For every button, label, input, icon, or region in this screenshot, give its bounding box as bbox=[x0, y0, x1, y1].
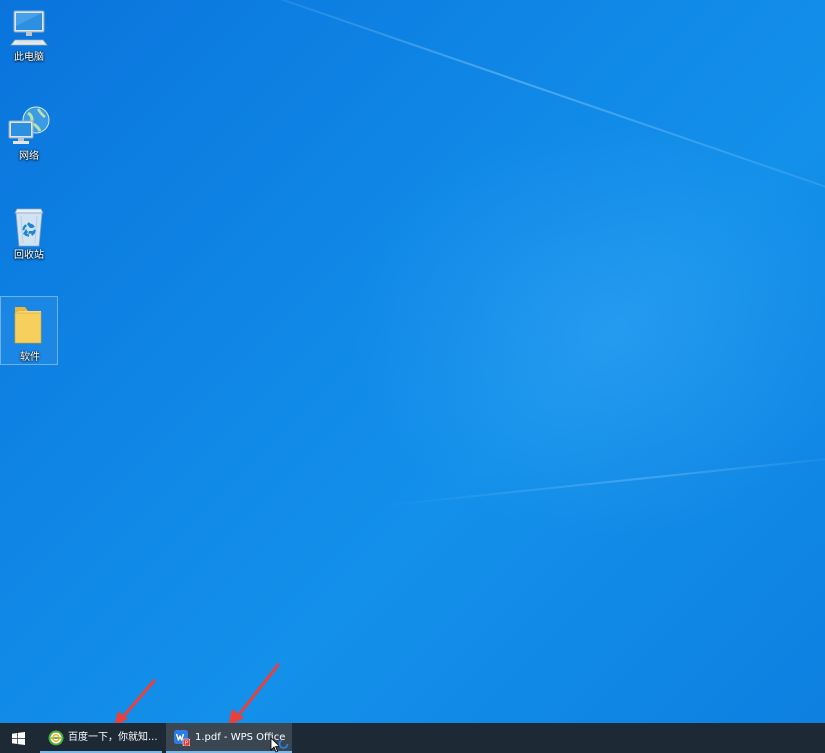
red-arrow-annotation-icon bbox=[114, 679, 156, 726]
desktop-icon-this-pc[interactable]: 此电脑 bbox=[0, 2, 58, 68]
taskbar-button-browser[interactable]: 百度一下，你就知... bbox=[40, 723, 162, 753]
network-icon bbox=[8, 106, 50, 144]
desktop-icon-label: 回收站 bbox=[14, 250, 44, 261]
taskbar: 百度一下，你就知... P 1.pdf - WPS Office bbox=[0, 723, 825, 753]
red-arrow-annotation-icon bbox=[228, 663, 280, 726]
start-button[interactable] bbox=[0, 723, 38, 753]
folder-icon bbox=[14, 307, 42, 344]
browser-360-icon bbox=[48, 730, 64, 746]
windows-logo-icon bbox=[12, 732, 25, 745]
desktop-icon-label: 网络 bbox=[19, 151, 39, 162]
desktop-icon-recycle-bin[interactable]: 回收站 bbox=[0, 200, 58, 266]
recycle-bin-icon bbox=[14, 208, 44, 247]
desktop-icon-software-folder[interactable]: 软件 bbox=[0, 296, 58, 365]
wallpaper-light-beam bbox=[379, 450, 825, 507]
wallpaper-light-beam bbox=[169, 0, 825, 255]
desktop-icon-network[interactable]: 网络 bbox=[0, 101, 58, 167]
desktop: 此电脑 网络 回收站 软件 百度一下，你就知... P 1.pdf - WPS … bbox=[0, 0, 825, 753]
this-pc-icon bbox=[10, 10, 48, 46]
desktop-icon-label: 此电脑 bbox=[14, 52, 44, 63]
wallpaper-glow bbox=[350, 120, 825, 540]
wps-office-icon: P bbox=[174, 730, 190, 746]
desktop-icon-label: 软件 bbox=[20, 352, 40, 363]
taskbar-button-label: 百度一下，你就知... bbox=[68, 732, 158, 743]
mouse-cursor-busy-icon bbox=[270, 738, 289, 753]
